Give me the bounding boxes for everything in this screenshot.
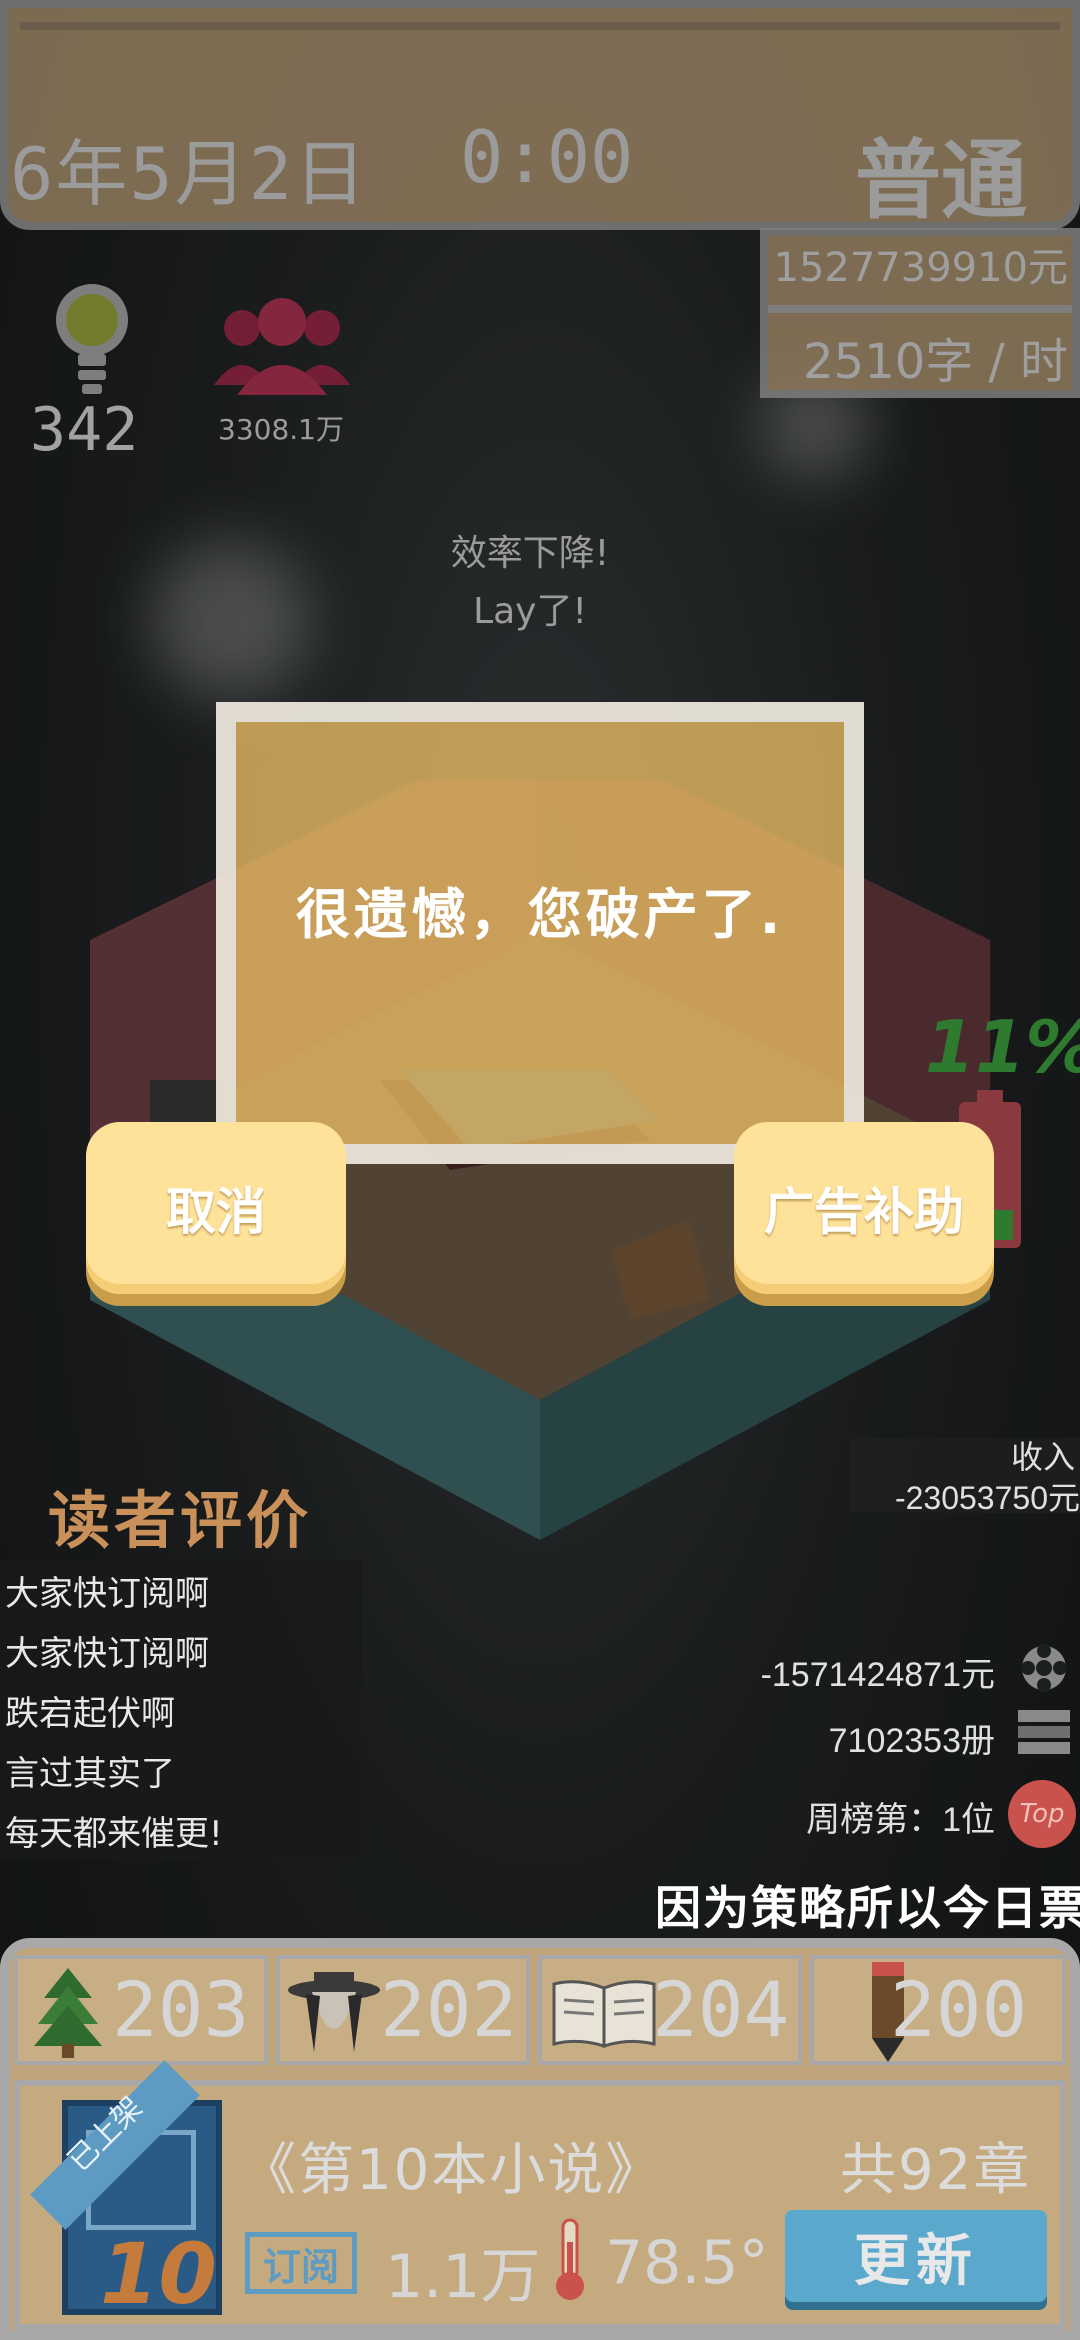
subscriber-count: 1.1万	[385, 2242, 541, 2312]
battery-percent: 11%	[925, 1005, 1080, 1089]
dialog-message: 很遗憾，您破产了.	[295, 883, 785, 946]
top-rank-badge: Top	[1008, 1780, 1076, 1848]
news-ticker: 因为策略所以今日票	[655, 1881, 1080, 1935]
review-item: 言过其实了	[5, 1754, 175, 1794]
review-item: 大家快订阅啊	[5, 1574, 209, 1614]
cost-value: -1571424871元	[760, 1656, 995, 1694]
income-label: 收入	[1010, 1438, 1075, 1476]
review-item: 每天都来催更!	[5, 1814, 223, 1854]
subscribe-badge: 订阅	[245, 2232, 357, 2294]
attribute-value: 202	[380, 1965, 518, 2054]
thermometer-icon	[556, 2218, 584, 2300]
book-number: 10	[100, 2225, 217, 2323]
books-sold: 7102353册	[828, 1722, 995, 1760]
ad-subsidy-button[interactable]: 广告补助	[734, 1122, 994, 1294]
cancel-button[interactable]: 取消	[86, 1122, 346, 1294]
character-icon	[288, 1972, 380, 2052]
update-button[interactable]: 更新	[785, 2210, 1047, 2302]
weekly-rank: 周榜第：1位	[806, 1801, 995, 1839]
attribute-value: 200	[890, 1965, 1028, 2054]
review-item: 大家快订阅啊	[5, 1634, 209, 1674]
chapter-count: 共92章	[840, 2138, 1032, 2203]
attribute-value: 204	[652, 1965, 790, 2054]
open-book-icon	[552, 1980, 656, 2048]
book-title: 《第10本小说》	[240, 2138, 664, 2203]
gear-icon	[1021, 1644, 1067, 1692]
review-item: 跌宕起伏啊	[5, 1694, 175, 1734]
attribute-value: 203	[112, 1965, 250, 2054]
income-value: -23053750元	[894, 1480, 1080, 1516]
heat-value: 78.5°	[605, 2228, 769, 2298]
tree-icon	[34, 1968, 102, 2058]
book-stack-icon	[1018, 1710, 1070, 1754]
reviews-title: 读者评价	[48, 1484, 313, 1557]
